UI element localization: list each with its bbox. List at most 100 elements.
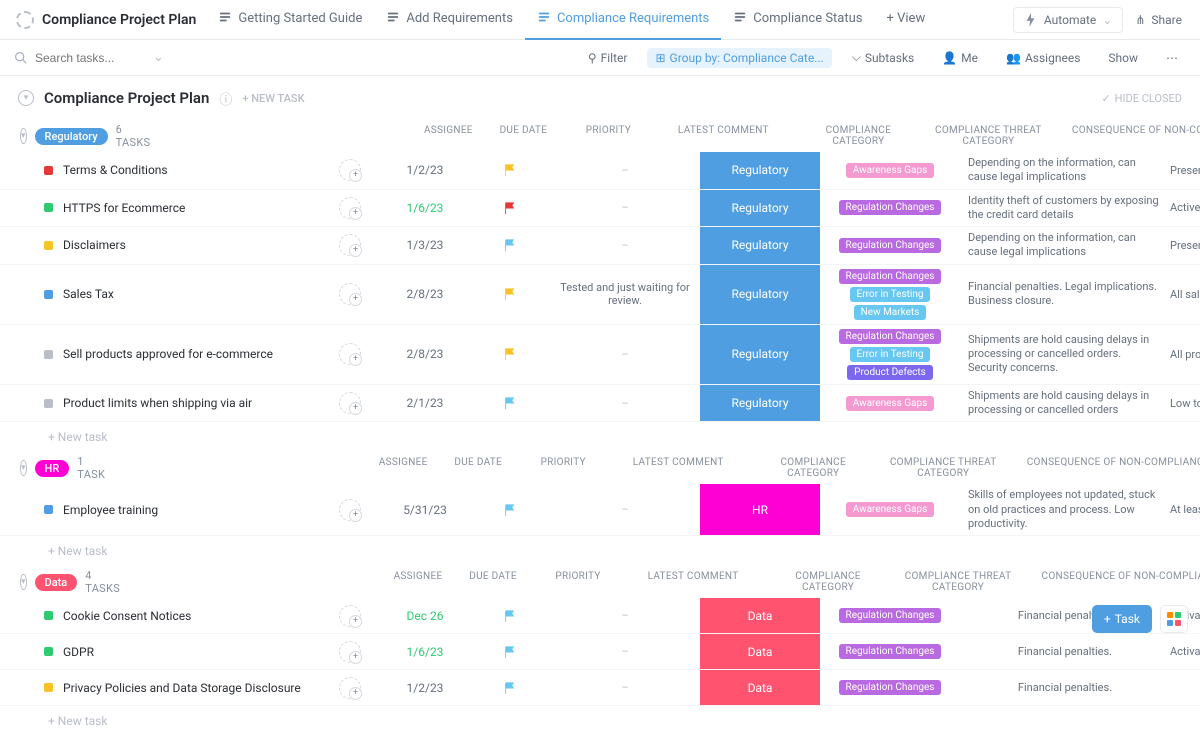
due-cell[interactable]: 1/3/23 bbox=[380, 227, 470, 264]
share-button[interactable]: ⋔ Share bbox=[1125, 7, 1192, 33]
task-name-cell[interactable]: GDPR bbox=[44, 634, 320, 669]
status-square[interactable] bbox=[44, 241, 53, 250]
group-tag[interactable]: Data bbox=[35, 574, 78, 591]
col-consequence[interactable]: CONSEQUENCE OF NON-COMPLIANCE bbox=[1028, 571, 1200, 593]
category-cell[interactable]: Regulatory bbox=[700, 190, 820, 227]
col-consequence[interactable]: CONSEQUENCE OF NON-COMPLIANCE bbox=[1058, 125, 1200, 147]
assignee-cell[interactable] bbox=[320, 385, 380, 422]
col-due[interactable]: DUE DATE bbox=[433, 457, 523, 479]
assignee-placeholder-icon[interactable] bbox=[339, 343, 361, 365]
category-cell[interactable]: Regulatory bbox=[700, 385, 820, 422]
col-comment[interactable]: LATEST COMMENT bbox=[648, 125, 798, 147]
task-name-cell[interactable]: HTTPS for Ecommerce bbox=[44, 190, 320, 227]
category-cell[interactable]: Data bbox=[700, 598, 820, 633]
priority-cell[interactable] bbox=[470, 634, 550, 669]
threat-chip[interactable]: Regulation Changes bbox=[839, 238, 942, 253]
col-category[interactable]: COMPLIANCE CATEGORY bbox=[798, 125, 918, 147]
due-cell[interactable]: 1/2/23 bbox=[380, 670, 470, 705]
threat-cell[interactable]: Regulation Changes bbox=[820, 598, 960, 633]
search-input[interactable] bbox=[35, 51, 145, 65]
task-row[interactable]: Sell products approved for e-commerce2/8… bbox=[0, 325, 1200, 385]
threat-cell[interactable]: Awareness Gaps bbox=[820, 385, 960, 422]
threat-chip[interactable]: Awareness Gaps bbox=[846, 502, 935, 517]
task-name-cell[interactable]: Cookie Consent Notices bbox=[44, 598, 320, 633]
collapse-icon[interactable]: ▾ bbox=[20, 128, 27, 144]
col-priority[interactable]: PRIORITY bbox=[523, 457, 603, 479]
status-square[interactable] bbox=[44, 290, 53, 299]
col-priority[interactable]: PRIORITY bbox=[538, 571, 618, 593]
col-assignee[interactable]: ASSIGNEE bbox=[418, 125, 478, 147]
group-tag[interactable]: Regulatory bbox=[35, 128, 108, 145]
status-square[interactable] bbox=[44, 166, 53, 175]
priority-cell[interactable] bbox=[470, 325, 550, 384]
comment-cell[interactable]: – bbox=[550, 634, 700, 669]
task-row[interactable]: GDPR1/6/23–DataRegulation ChangesFinanci… bbox=[0, 634, 1200, 670]
task-row[interactable]: HTTPS for Ecommerce1/6/23–RegulatoryRegu… bbox=[0, 190, 1200, 228]
comment-cell[interactable]: – bbox=[550, 152, 700, 189]
threat-chip[interactable]: Error in Testing bbox=[850, 287, 931, 302]
threat-cell[interactable]: Regulation Changes bbox=[820, 190, 960, 227]
due-cell[interactable]: 1/6/23 bbox=[380, 190, 470, 227]
status-square[interactable] bbox=[44, 399, 53, 408]
comment-cell[interactable]: – bbox=[550, 670, 700, 705]
task-row[interactable]: Employee training5/31/23–HRAwareness Gap… bbox=[0, 484, 1200, 536]
priority-cell[interactable] bbox=[470, 152, 550, 189]
priority-cell[interactable] bbox=[470, 484, 550, 535]
threat-chip[interactable]: Regulation Changes bbox=[839, 269, 942, 284]
automate-button[interactable]: Automate ⌄ bbox=[1013, 7, 1123, 33]
task-name-cell[interactable]: Disclaimers bbox=[44, 227, 320, 264]
new-task-fab[interactable]: + Task bbox=[1092, 605, 1152, 633]
assignee-cell[interactable] bbox=[320, 152, 380, 189]
task-name-cell[interactable]: Sell products approved for e-commerce bbox=[44, 325, 320, 384]
col-threat[interactable]: COMPLIANCE THREAT CATEGORY bbox=[873, 457, 1013, 479]
assignee-cell[interactable] bbox=[320, 634, 380, 669]
category-cell[interactable]: Regulatory bbox=[700, 227, 820, 264]
priority-cell[interactable] bbox=[470, 227, 550, 264]
assignee-cell[interactable] bbox=[320, 190, 380, 227]
threat-chip[interactable]: New Markets bbox=[854, 305, 927, 320]
task-name-cell[interactable]: Terms & Conditions bbox=[44, 152, 320, 189]
status-square[interactable] bbox=[44, 683, 53, 692]
group-tag[interactable]: HR bbox=[35, 460, 70, 477]
tab-3[interactable]: Compliance Status bbox=[721, 0, 874, 40]
search-box[interactable]: ⌄ bbox=[14, 50, 174, 65]
priority-cell[interactable] bbox=[470, 265, 550, 324]
assignee-placeholder-icon[interactable] bbox=[339, 677, 361, 699]
assignee-cell[interactable] bbox=[320, 598, 380, 633]
assignee-placeholder-icon[interactable] bbox=[339, 392, 361, 414]
assignee-placeholder-icon[interactable] bbox=[339, 197, 361, 219]
category-cell[interactable]: HR bbox=[700, 484, 820, 535]
col-assignee[interactable]: ASSIGNEE bbox=[388, 571, 448, 593]
assignee-cell[interactable] bbox=[320, 265, 380, 324]
subtasks-button[interactable]: ⌵Subtasks bbox=[844, 47, 923, 68]
col-threat[interactable]: COMPLIANCE THREAT CATEGORY bbox=[918, 125, 1058, 147]
comment-cell[interactable]: Tested and just waiting for review. bbox=[550, 265, 700, 324]
groupby-button[interactable]: ⊞Group by: Compliance Cate... bbox=[647, 48, 831, 68]
col-comment[interactable]: LATEST COMMENT bbox=[618, 571, 768, 593]
assignee-placeholder-icon[interactable] bbox=[339, 159, 361, 181]
assignees-button[interactable]: 👥Assignees bbox=[998, 48, 1088, 68]
priority-cell[interactable] bbox=[470, 385, 550, 422]
assignee-placeholder-icon[interactable] bbox=[339, 641, 361, 663]
info-icon[interactable]: ⓘ bbox=[219, 89, 232, 108]
task-row[interactable]: Cookie Consent NoticesDec 26–DataRegulat… bbox=[0, 598, 1200, 634]
col-consequence[interactable]: CONSEQUENCE OF NON-COMPLIANCE bbox=[1013, 457, 1200, 479]
assignee-cell[interactable] bbox=[320, 325, 380, 384]
tab-0[interactable]: Getting Started Guide bbox=[206, 0, 374, 40]
due-cell[interactable]: 1/2/23 bbox=[380, 152, 470, 189]
new-task-row[interactable]: + New task bbox=[0, 422, 1200, 452]
threat-cell[interactable]: Regulation Changes bbox=[820, 227, 960, 264]
assignee-cell[interactable] bbox=[320, 670, 380, 705]
threat-cell[interactable]: Regulation Changes Error in Testing New Ma… bbox=[820, 265, 960, 324]
priority-cell[interactable] bbox=[470, 190, 550, 227]
assignee-placeholder-icon[interactable] bbox=[339, 234, 361, 256]
due-cell[interactable]: 2/1/23 bbox=[380, 385, 470, 422]
more-button[interactable]: ⋯ bbox=[1158, 48, 1186, 68]
threat-chip[interactable]: Regulation Changes bbox=[839, 608, 942, 623]
task-name-cell[interactable]: Product limits when shipping via air bbox=[44, 385, 320, 422]
category-cell[interactable]: Data bbox=[700, 634, 820, 669]
comment-cell[interactable]: – bbox=[550, 484, 700, 535]
assignee-cell[interactable] bbox=[320, 484, 380, 535]
task-name-cell[interactable]: Privacy Policies and Data Storage Disclo… bbox=[44, 670, 320, 705]
task-name-cell[interactable]: Sales Tax bbox=[44, 265, 320, 324]
